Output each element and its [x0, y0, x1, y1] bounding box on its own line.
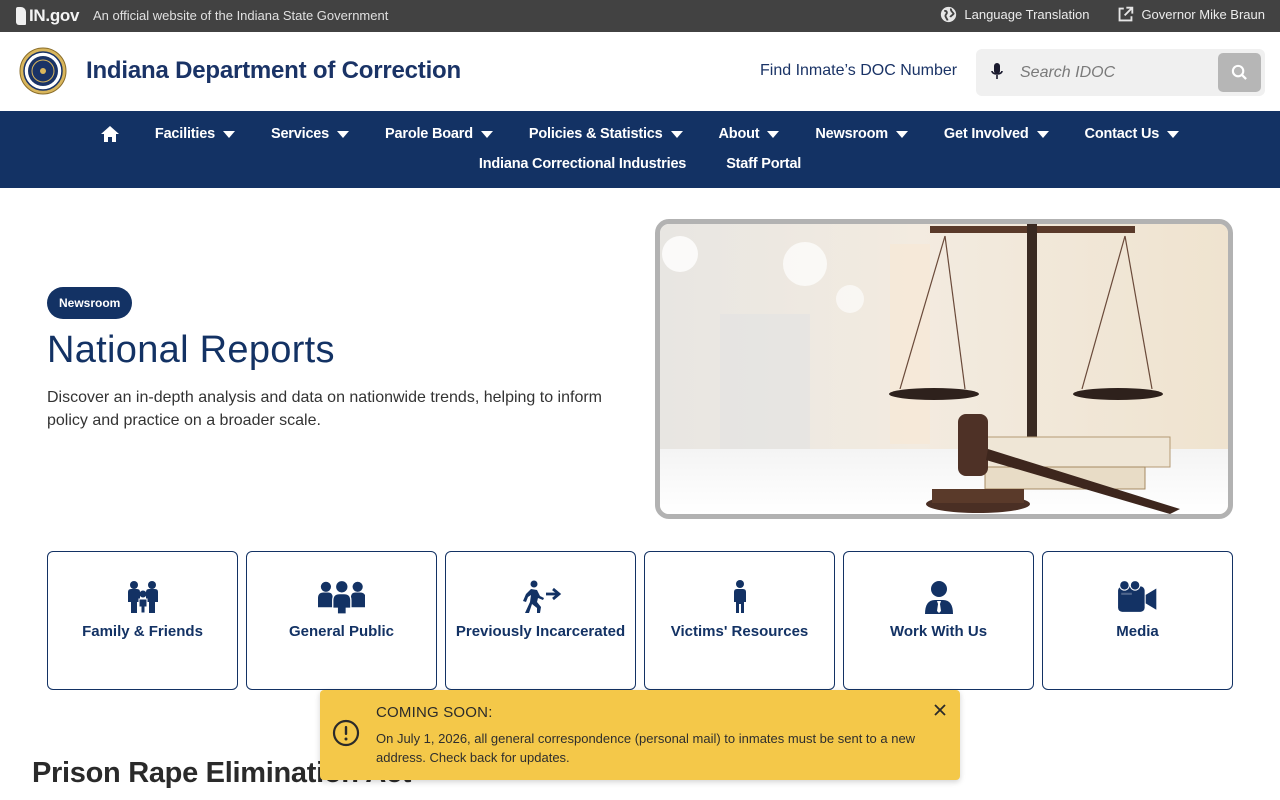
in-gov-logo-text: IN.gov — [29, 6, 80, 25]
search-input[interactable] — [1012, 57, 1208, 88]
caret-down-icon — [895, 130, 908, 138]
caret-down-icon — [670, 130, 683, 138]
alert-body: On July 1, 2026, all general corresponde… — [376, 731, 916, 765]
group-icon — [317, 581, 366, 614]
tile-label: Family & Friends — [82, 623, 203, 640]
tile-general-public[interactable]: General Public — [246, 551, 437, 690]
hero-image — [655, 219, 1233, 519]
user-tie-icon — [924, 581, 953, 614]
indiana-state-icon — [16, 7, 26, 25]
newsroom-tag[interactable]: Newsroom — [47, 287, 133, 319]
person-icon — [733, 580, 746, 613]
governor-label: Governor Mike Braun — [1141, 7, 1265, 22]
exclamation-circle-icon — [332, 719, 360, 747]
microphone-icon[interactable] — [990, 63, 1004, 81]
coming-soon-alert: COMING SOON: On July 1, 2026, all genera… — [320, 690, 960, 780]
nav-contact-us[interactable]: Contact Us — [1085, 126, 1180, 142]
main-nav: Facilities Services Parole Board Policie… — [0, 111, 1280, 188]
search-button[interactable] — [1218, 53, 1261, 92]
language-translation-link[interactable]: Language Translation — [940, 6, 1089, 23]
family-icon — [127, 581, 158, 614]
caret-down-icon — [222, 130, 235, 138]
tile-family-friends[interactable]: Family & Friends — [47, 551, 238, 690]
hero-title[interactable]: National Reports — [47, 329, 335, 372]
search-box — [976, 49, 1265, 96]
external-link-icon — [1119, 6, 1134, 22]
in-gov-logo[interactable]: IN.gov — [16, 6, 79, 26]
official-website-text: An official website of the Indiana State… — [93, 8, 389, 23]
tile-work-with-us[interactable]: Work With Us — [843, 551, 1034, 690]
video-camera-icon — [1118, 580, 1157, 612]
nav-policies-statistics[interactable]: Policies & Statistics — [529, 126, 683, 142]
gov-bar: IN.gov An official website of the Indian… — [0, 0, 1280, 32]
walking-arrow-icon — [522, 580, 561, 613]
caret-down-icon — [1167, 130, 1180, 138]
nav-correctional-industries[interactable]: Indiana Correctional Industries — [479, 156, 687, 172]
site-title[interactable]: Indiana Department of Correction — [86, 57, 461, 85]
caret-down-icon — [767, 130, 780, 138]
site-header: Indiana Department of Correction Find In… — [0, 32, 1280, 111]
caret-down-icon — [480, 130, 493, 138]
justice-scales-image — [660, 224, 1228, 514]
nav-parole-board[interactable]: Parole Board — [385, 126, 493, 142]
caret-down-icon — [337, 130, 350, 138]
tile-media[interactable]: Media — [1042, 551, 1233, 690]
nav-services[interactable]: Services — [271, 126, 350, 142]
magnifier-icon — [1231, 64, 1247, 80]
tile-label: General Public — [288, 623, 395, 640]
tile-victims-resources[interactable]: Victims' Resources — [644, 551, 835, 690]
globe-icon — [941, 6, 957, 23]
nav-staff-portal[interactable]: Staff Portal — [726, 156, 801, 172]
close-icon[interactable] — [932, 702, 948, 718]
nav-about[interactable]: About — [719, 126, 780, 142]
hero-description: Discover an in-depth analysis and data o… — [47, 389, 602, 429]
alert-title: COMING SOON: — [376, 704, 493, 721]
page: IN.gov An official website of the Indian… — [0, 0, 1280, 800]
tile-label: Work With Us — [889, 623, 988, 640]
tile-previously-incarcerated[interactable]: Previously Incarcerated — [445, 551, 636, 690]
governor-link[interactable]: Governor Mike Braun — [1117, 6, 1265, 23]
find-inmate-link[interactable]: Find Inmate’s DOC Number — [760, 62, 957, 80]
nav-home[interactable] — [100, 126, 119, 142]
tile-label: Previously Incarcerated — [455, 623, 626, 640]
tile-label: Media — [1116, 623, 1159, 640]
nav-get-involved[interactable]: Get Involved — [944, 126, 1049, 142]
language-translation-label: Language Translation — [964, 7, 1090, 22]
caret-down-icon — [1036, 130, 1049, 138]
nav-newsroom[interactable]: Newsroom — [815, 126, 908, 142]
nav-facilities[interactable]: Facilities — [155, 126, 235, 142]
state-seal-icon[interactable] — [19, 47, 67, 95]
tile-label: Victims' Resources — [670, 623, 809, 640]
home-icon — [100, 126, 119, 142]
